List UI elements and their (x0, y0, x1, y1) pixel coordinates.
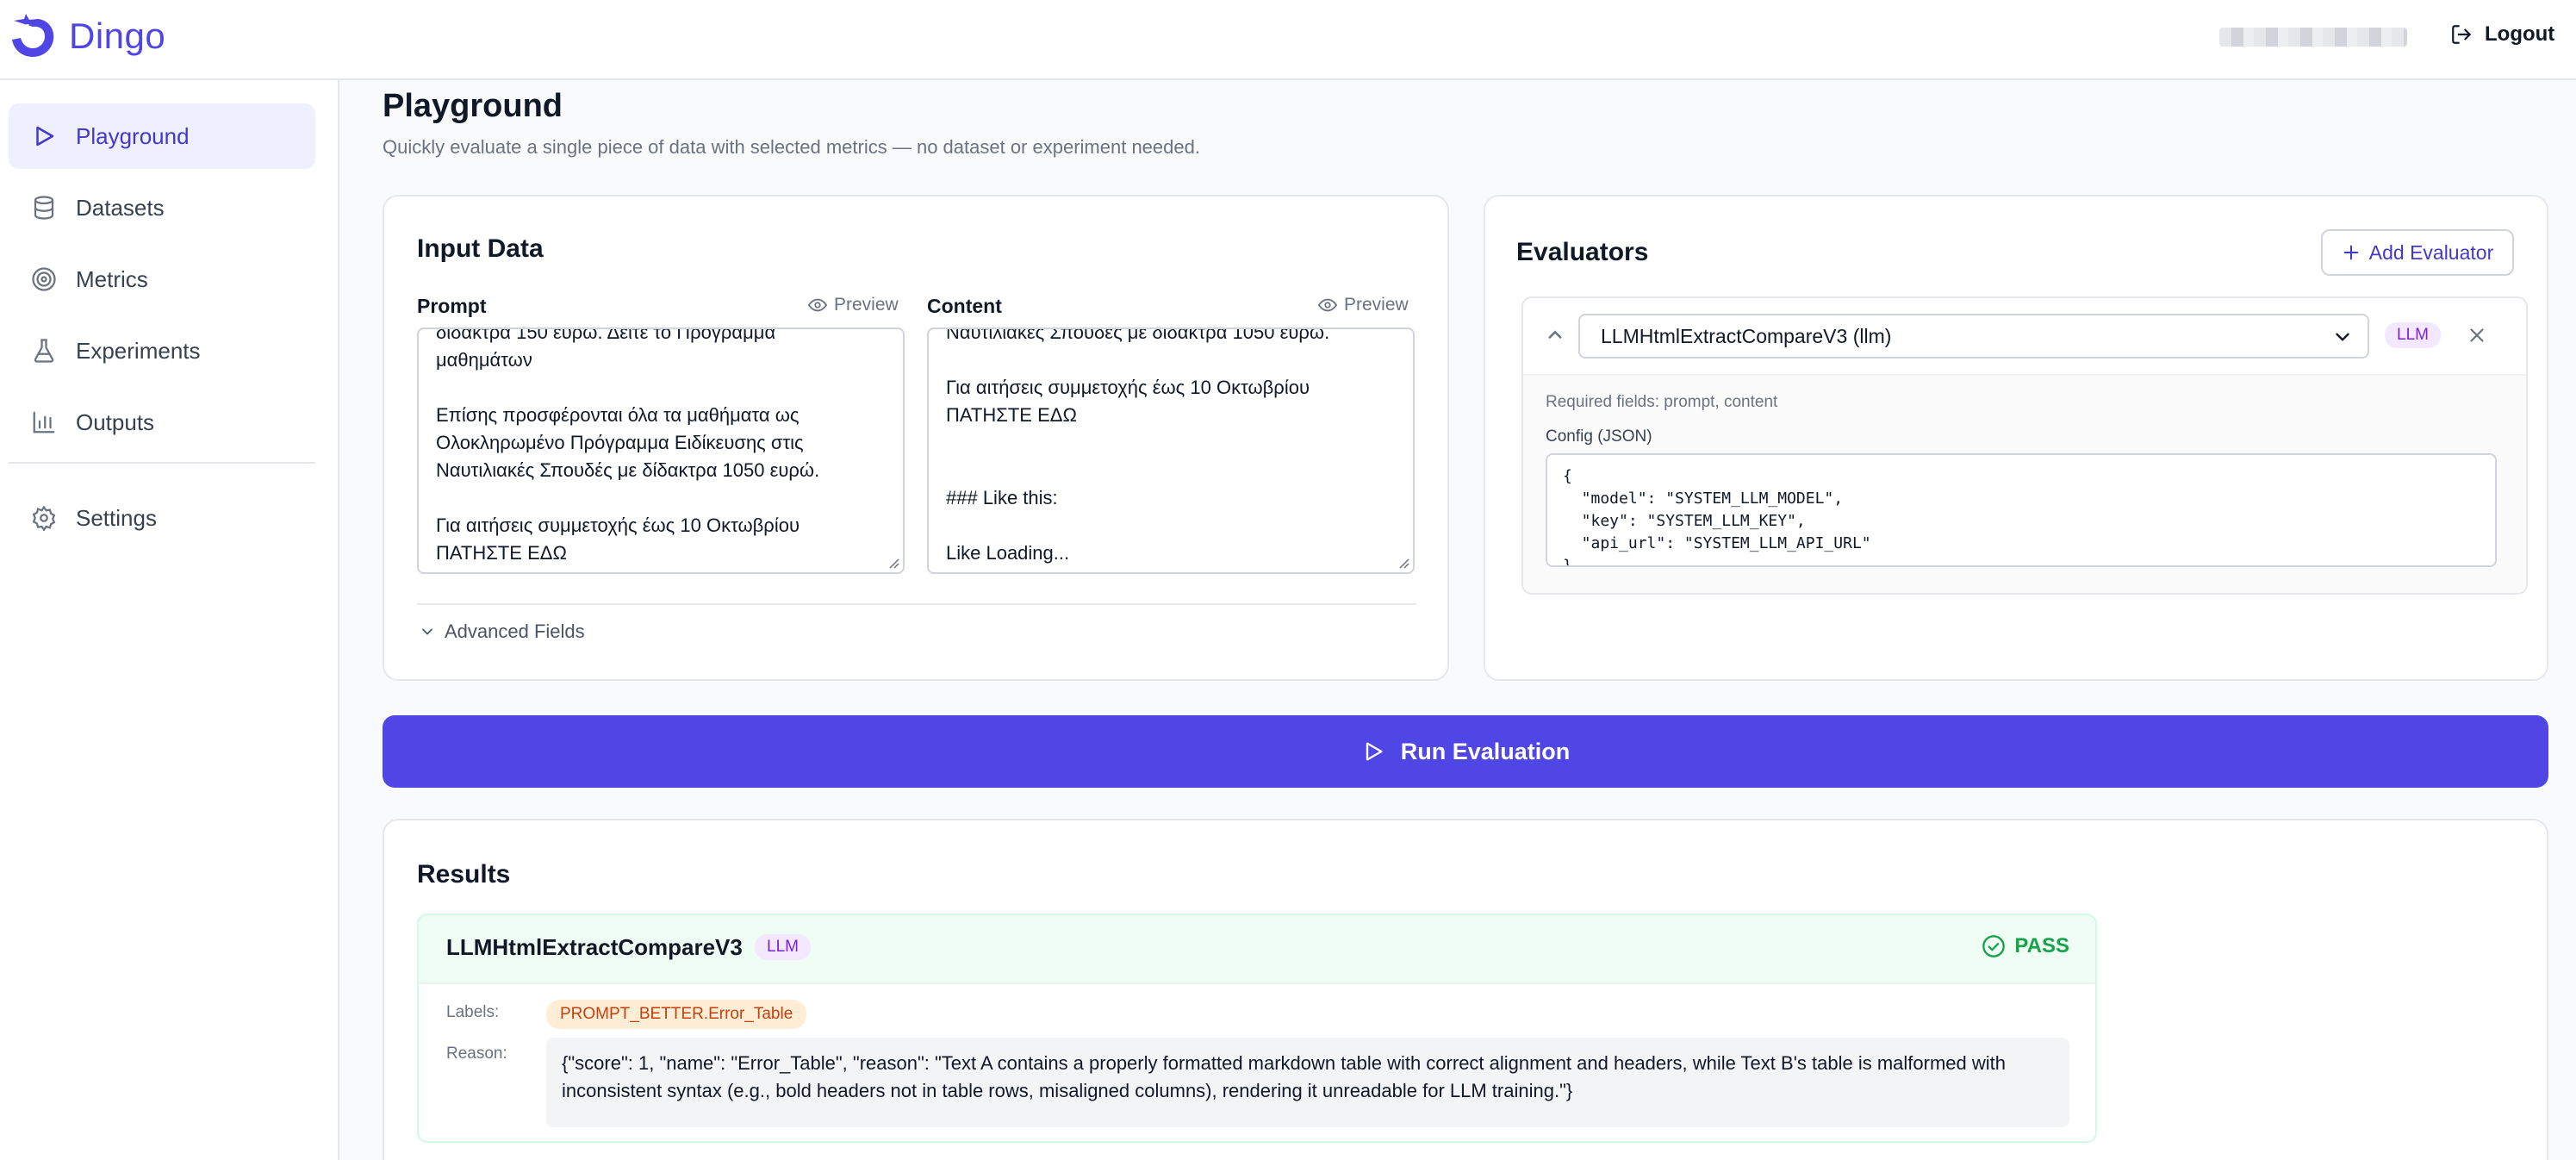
resize-grip-icon[interactable] (1397, 557, 1409, 569)
content-line (946, 512, 1396, 539)
target-icon (32, 267, 56, 291)
prompt-line: ΠΑΤΗΣΤΕ ΕΔΩ (436, 542, 567, 564)
reason-text: {"score": 1, "name": "Error_Table", "rea… (546, 1038, 2069, 1127)
prompt-line: Ολοκληρωμένο Πρόγραμμα Ειδίκευσης στις (436, 432, 804, 453)
prompt-line: Επίσης προσφέρονται όλα τα μαθήματα ως (436, 404, 800, 426)
content-label: Content (927, 295, 1002, 317)
content-line: Like Loading... (946, 542, 1070, 564)
prompt-textarea[interactable]: δίδακτρα 150 ευρώ. Δείτε το Πρόγραμμα μα… (417, 327, 905, 574)
prompt-line: δίδακτρα 150 ευρώ. Δείτε το Πρόγραμμα (436, 327, 776, 343)
evaluators-title: Evaluators (1516, 238, 1649, 266)
sidebar-item-playground[interactable]: Playground (9, 103, 315, 169)
prompt-label: Prompt (417, 295, 487, 317)
advanced-fields-label: Advanced Fields (445, 621, 585, 642)
content-line: ΠΑΤΗΣΤΕ ΕΔΩ (946, 404, 1077, 426)
content-line: Για αιτήσεις συμμετοχής έως 10 Οκτωβρίου (946, 377, 1310, 398)
advanced-divider (417, 603, 1416, 605)
config-label: Config (JSON) (1546, 427, 1652, 446)
prompt-line (436, 484, 886, 512)
logout-button[interactable]: Logout (2450, 22, 2554, 47)
prompt-line (436, 374, 886, 402)
llm-badge: LLM (755, 934, 811, 960)
resize-grip-icon[interactable] (887, 557, 899, 569)
result-item-header: LLMHtmlExtractCompareV3 LLM PASS (419, 915, 2095, 984)
sidebar-item-label: Experiments (76, 337, 201, 364)
sidebar-item-label: Playground (76, 122, 190, 149)
prompt-line: Για αιτήσεις συμμετοχής έως 10 Οκτωβρίου (436, 515, 800, 536)
sidebar-item-outputs[interactable]: Outputs (9, 390, 315, 455)
content-line (946, 429, 1396, 457)
results-title: Results (417, 860, 511, 889)
sidebar-item-label: Metrics (76, 265, 148, 292)
logout-label: Logout (2485, 22, 2555, 46)
content-line: ### Like this: (946, 487, 1058, 508)
top-header: Dingo Logout (0, 0, 2576, 80)
add-evaluator-label: Add Evaluator (2368, 240, 2494, 264)
reason-label: Reason: (446, 1045, 507, 1063)
prompt-line: Ναυτιλιακές Σπουδές με δίδακτρα 1050 ευρ… (436, 459, 820, 481)
llm-badge: LLM (2385, 322, 2441, 348)
preview-label: Preview (1344, 295, 1409, 315)
eye-icon (808, 298, 827, 312)
plus-icon (2343, 245, 2359, 260)
flask-icon (34, 339, 54, 363)
content-line: Ναυτιλιακές Σπουδές με δίδακτρα 1050 ευρ… (946, 327, 1330, 343)
input-data-title: Input Data (417, 234, 544, 263)
prompt-preview-toggle[interactable]: Preview (808, 295, 899, 315)
preview-label: Preview (834, 295, 899, 315)
logout-icon (2452, 25, 2471, 44)
sidebar-item-metrics[interactable]: Metrics (9, 246, 315, 312)
evaluator-item-header: LLMHtmlExtractCompareV3 (llm) LLM (1523, 298, 2526, 376)
dino-logo-icon (12, 14, 54, 57)
pass-status: PASS (1982, 934, 2069, 958)
evaluator-item: LLMHtmlExtractCompareV3 (llm) LLM Requir… (1521, 296, 2528, 595)
app-name: Dingo (69, 16, 166, 56)
bar-chart-icon (33, 411, 55, 433)
sidebar-item-label: Outputs (76, 408, 155, 435)
prompt-line: μαθημάτων (436, 349, 532, 371)
sidebar-item-label: Datasets (76, 194, 165, 221)
pass-label: PASS (2014, 934, 2069, 957)
eye-icon (1318, 298, 1337, 312)
sidebar: Playground Datasets Metrics Experiments … (0, 80, 339, 1160)
play-icon (36, 126, 54, 147)
page-subtitle: Quickly evaluate a single piece of data … (383, 136, 1200, 158)
sidebar-divider (9, 462, 315, 464)
content-line (946, 457, 1396, 484)
result-item: LLMHtmlExtractCompareV3 LLM PASS Labels:… (417, 914, 2097, 1143)
sidebar-item-settings[interactable]: Settings (9, 485, 315, 551)
result-evaluator-name: LLMHtmlExtractCompareV3 (446, 934, 743, 960)
gear-icon (32, 505, 56, 531)
app-logo[interactable]: Dingo (9, 12, 165, 60)
evaluator-select-value: LLMHtmlExtractCompareV3 (llm) (1601, 324, 1892, 347)
sidebar-item-label: Settings (76, 504, 157, 531)
chevron-down-icon (2336, 333, 2349, 341)
required-fields-text: Required fields: prompt, content (1546, 393, 1778, 411)
run-evaluation-label: Run Evaluation (1400, 738, 1571, 764)
content-textarea[interactable]: Ναυτιλιακές Σπουδές με δίδακτρα 1050 ευρ… (927, 327, 1415, 574)
user-email-redacted (2219, 28, 2407, 47)
content-line (946, 346, 1396, 374)
chevron-up-icon[interactable] (1542, 322, 1568, 348)
advanced-fields-toggle[interactable]: Advanced Fields (419, 621, 585, 643)
check-circle-icon (1982, 935, 2006, 957)
chevron-down-icon (422, 628, 432, 635)
run-evaluation-button[interactable]: Run Evaluation (383, 715, 2548, 788)
close-icon[interactable] (2466, 324, 2488, 346)
labels-label: Labels: (446, 1003, 500, 1021)
content-preview-toggle[interactable]: Preview (1318, 295, 1409, 315)
database-icon (34, 196, 54, 220)
evaluator-select[interactable]: LLMHtmlExtractCompareV3 (llm) (1578, 314, 2369, 359)
result-label-chip: PROMPT_BETTER.Error_Table (546, 1000, 807, 1029)
sidebar-item-experiments[interactable]: Experiments (9, 318, 315, 384)
page-title: Playground (383, 88, 563, 124)
config-json-textarea[interactable]: { "model": "SYSTEM_LLM_MODEL", "key": "S… (1546, 453, 2497, 567)
sidebar-item-datasets[interactable]: Datasets (9, 175, 315, 240)
add-evaluator-button[interactable]: Add Evaluator (2321, 229, 2514, 276)
play-icon (1366, 742, 1383, 761)
